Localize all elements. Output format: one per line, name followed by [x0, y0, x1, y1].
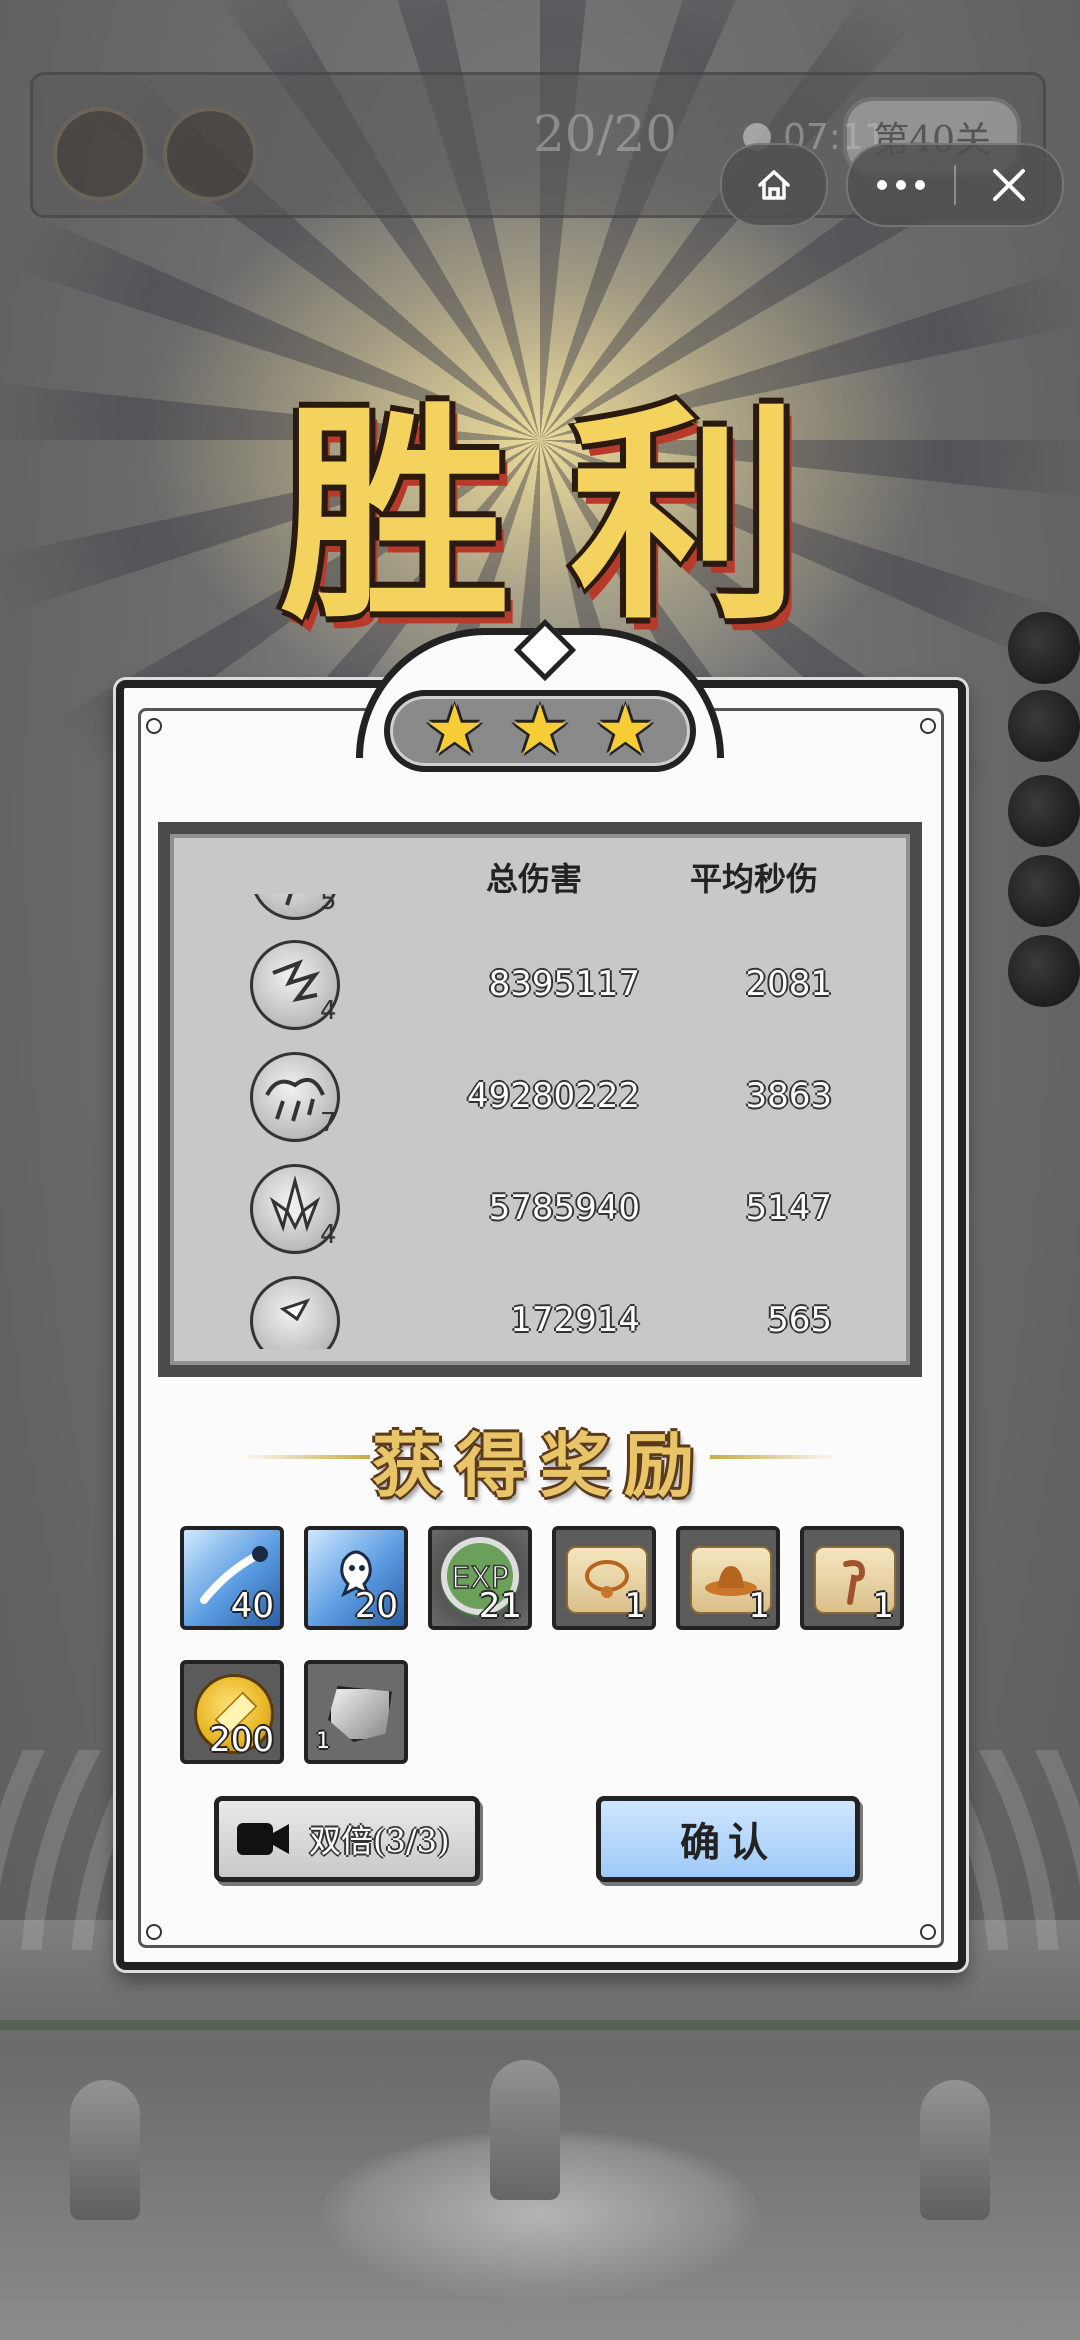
wave-progress: 20/20	[533, 105, 678, 163]
home-icon	[758, 170, 790, 200]
ore-icon	[328, 1686, 392, 1742]
item-slot-icon	[163, 107, 257, 201]
video-camera-icon	[237, 1823, 289, 1855]
avg-dps-value: 5147	[745, 1188, 832, 1228]
table-row: 4 8395117 2081	[170, 934, 910, 1046]
more-button[interactable]	[848, 145, 954, 225]
side-orb-icon	[1008, 775, 1080, 847]
star-icon: ★	[594, 691, 656, 770]
avg-dps-value: 2081	[745, 964, 832, 1004]
side-orb-icon	[1008, 855, 1080, 927]
home-button[interactable]	[720, 143, 828, 227]
total-damage-value: 8395117	[488, 964, 640, 1004]
reward-item[interactable]: 20	[304, 1526, 408, 1630]
capsule-menu	[846, 143, 1064, 227]
ground-strip	[0, 2020, 1080, 2030]
avg-dps-value: 3863	[745, 1076, 832, 1116]
double-reward-button[interactable]: 双倍(3/3)	[214, 1796, 480, 1882]
table-row: 7 49280222 3863	[170, 1046, 910, 1158]
side-orb-icon	[1008, 690, 1080, 762]
reward-item[interactable]: 40	[180, 1526, 284, 1630]
side-orb-icon	[1008, 612, 1080, 684]
reward-quantity: 1	[748, 1586, 770, 1626]
reward-item[interactable]: 1	[304, 1660, 408, 1764]
close-button[interactable]	[956, 145, 1062, 225]
panel-rivet	[146, 718, 162, 734]
damage-stats-table[interactable]: 总伤害 平均秒伤 5 3422969 10905 4 8395117 2081 …	[158, 822, 922, 1377]
table-row: 5 3422969 10905	[170, 894, 910, 936]
table-row: 4 5785940 5147	[170, 1158, 910, 1270]
reward-quantity: 1	[872, 1586, 894, 1626]
reward-quantity: 1	[624, 1586, 646, 1626]
star-rating: ★ ★ ★	[384, 690, 696, 772]
reward-quantity: 1	[316, 1729, 330, 1754]
soldier-figure	[70, 2080, 140, 2220]
skill-level: 7	[320, 1108, 337, 1138]
double-button-label: 双倍(3/3)	[309, 1822, 450, 1860]
reward-quantity: 200	[209, 1720, 274, 1760]
hero-figure	[490, 2060, 560, 2200]
stats-rows[interactable]: 5 3422969 10905 4 8395117 2081 7 4928022…	[170, 894, 910, 1349]
reward-item[interactable]: 200	[180, 1660, 284, 1764]
side-orb-icon	[1008, 935, 1080, 1007]
total-damage-value: 5785940	[488, 1188, 640, 1228]
skill-level: 4	[320, 996, 337, 1026]
skill-level: 5	[320, 894, 337, 916]
blade-icon	[250, 1276, 340, 1349]
confirm-button[interactable]: 确认	[596, 1796, 860, 1882]
total-damage-value: 49280222	[466, 1076, 640, 1116]
more-dots-icon	[877, 180, 925, 190]
avg-dps-value: 565	[767, 1300, 832, 1340]
panel-rivet	[920, 718, 936, 734]
star-icon: ★	[424, 691, 486, 770]
reward-quantity: 20	[354, 1586, 398, 1626]
rewards-title: 获得奖励	[372, 1424, 708, 1507]
panel-rivet	[920, 1924, 936, 1940]
reward-item[interactable]: 1	[676, 1526, 780, 1630]
soldier-figure	[920, 2080, 990, 2220]
panel-rivet	[146, 1924, 162, 1940]
reward-quantity: 40	[230, 1586, 274, 1626]
victory-title: 胜利	[280, 381, 860, 651]
table-row: 172914 565	[170, 1270, 910, 1349]
star-icon: ★	[509, 691, 571, 770]
close-icon	[993, 169, 1025, 201]
reward-item[interactable]: 1	[800, 1526, 904, 1630]
reward-quantity: 21	[478, 1586, 522, 1626]
skill-level: 4	[320, 1220, 337, 1250]
total-damage-value: 172914	[510, 1300, 640, 1340]
play-speed-icon	[53, 107, 147, 201]
reward-item[interactable]: EXP 21	[428, 1526, 532, 1630]
reward-item[interactable]: 1	[552, 1526, 656, 1630]
